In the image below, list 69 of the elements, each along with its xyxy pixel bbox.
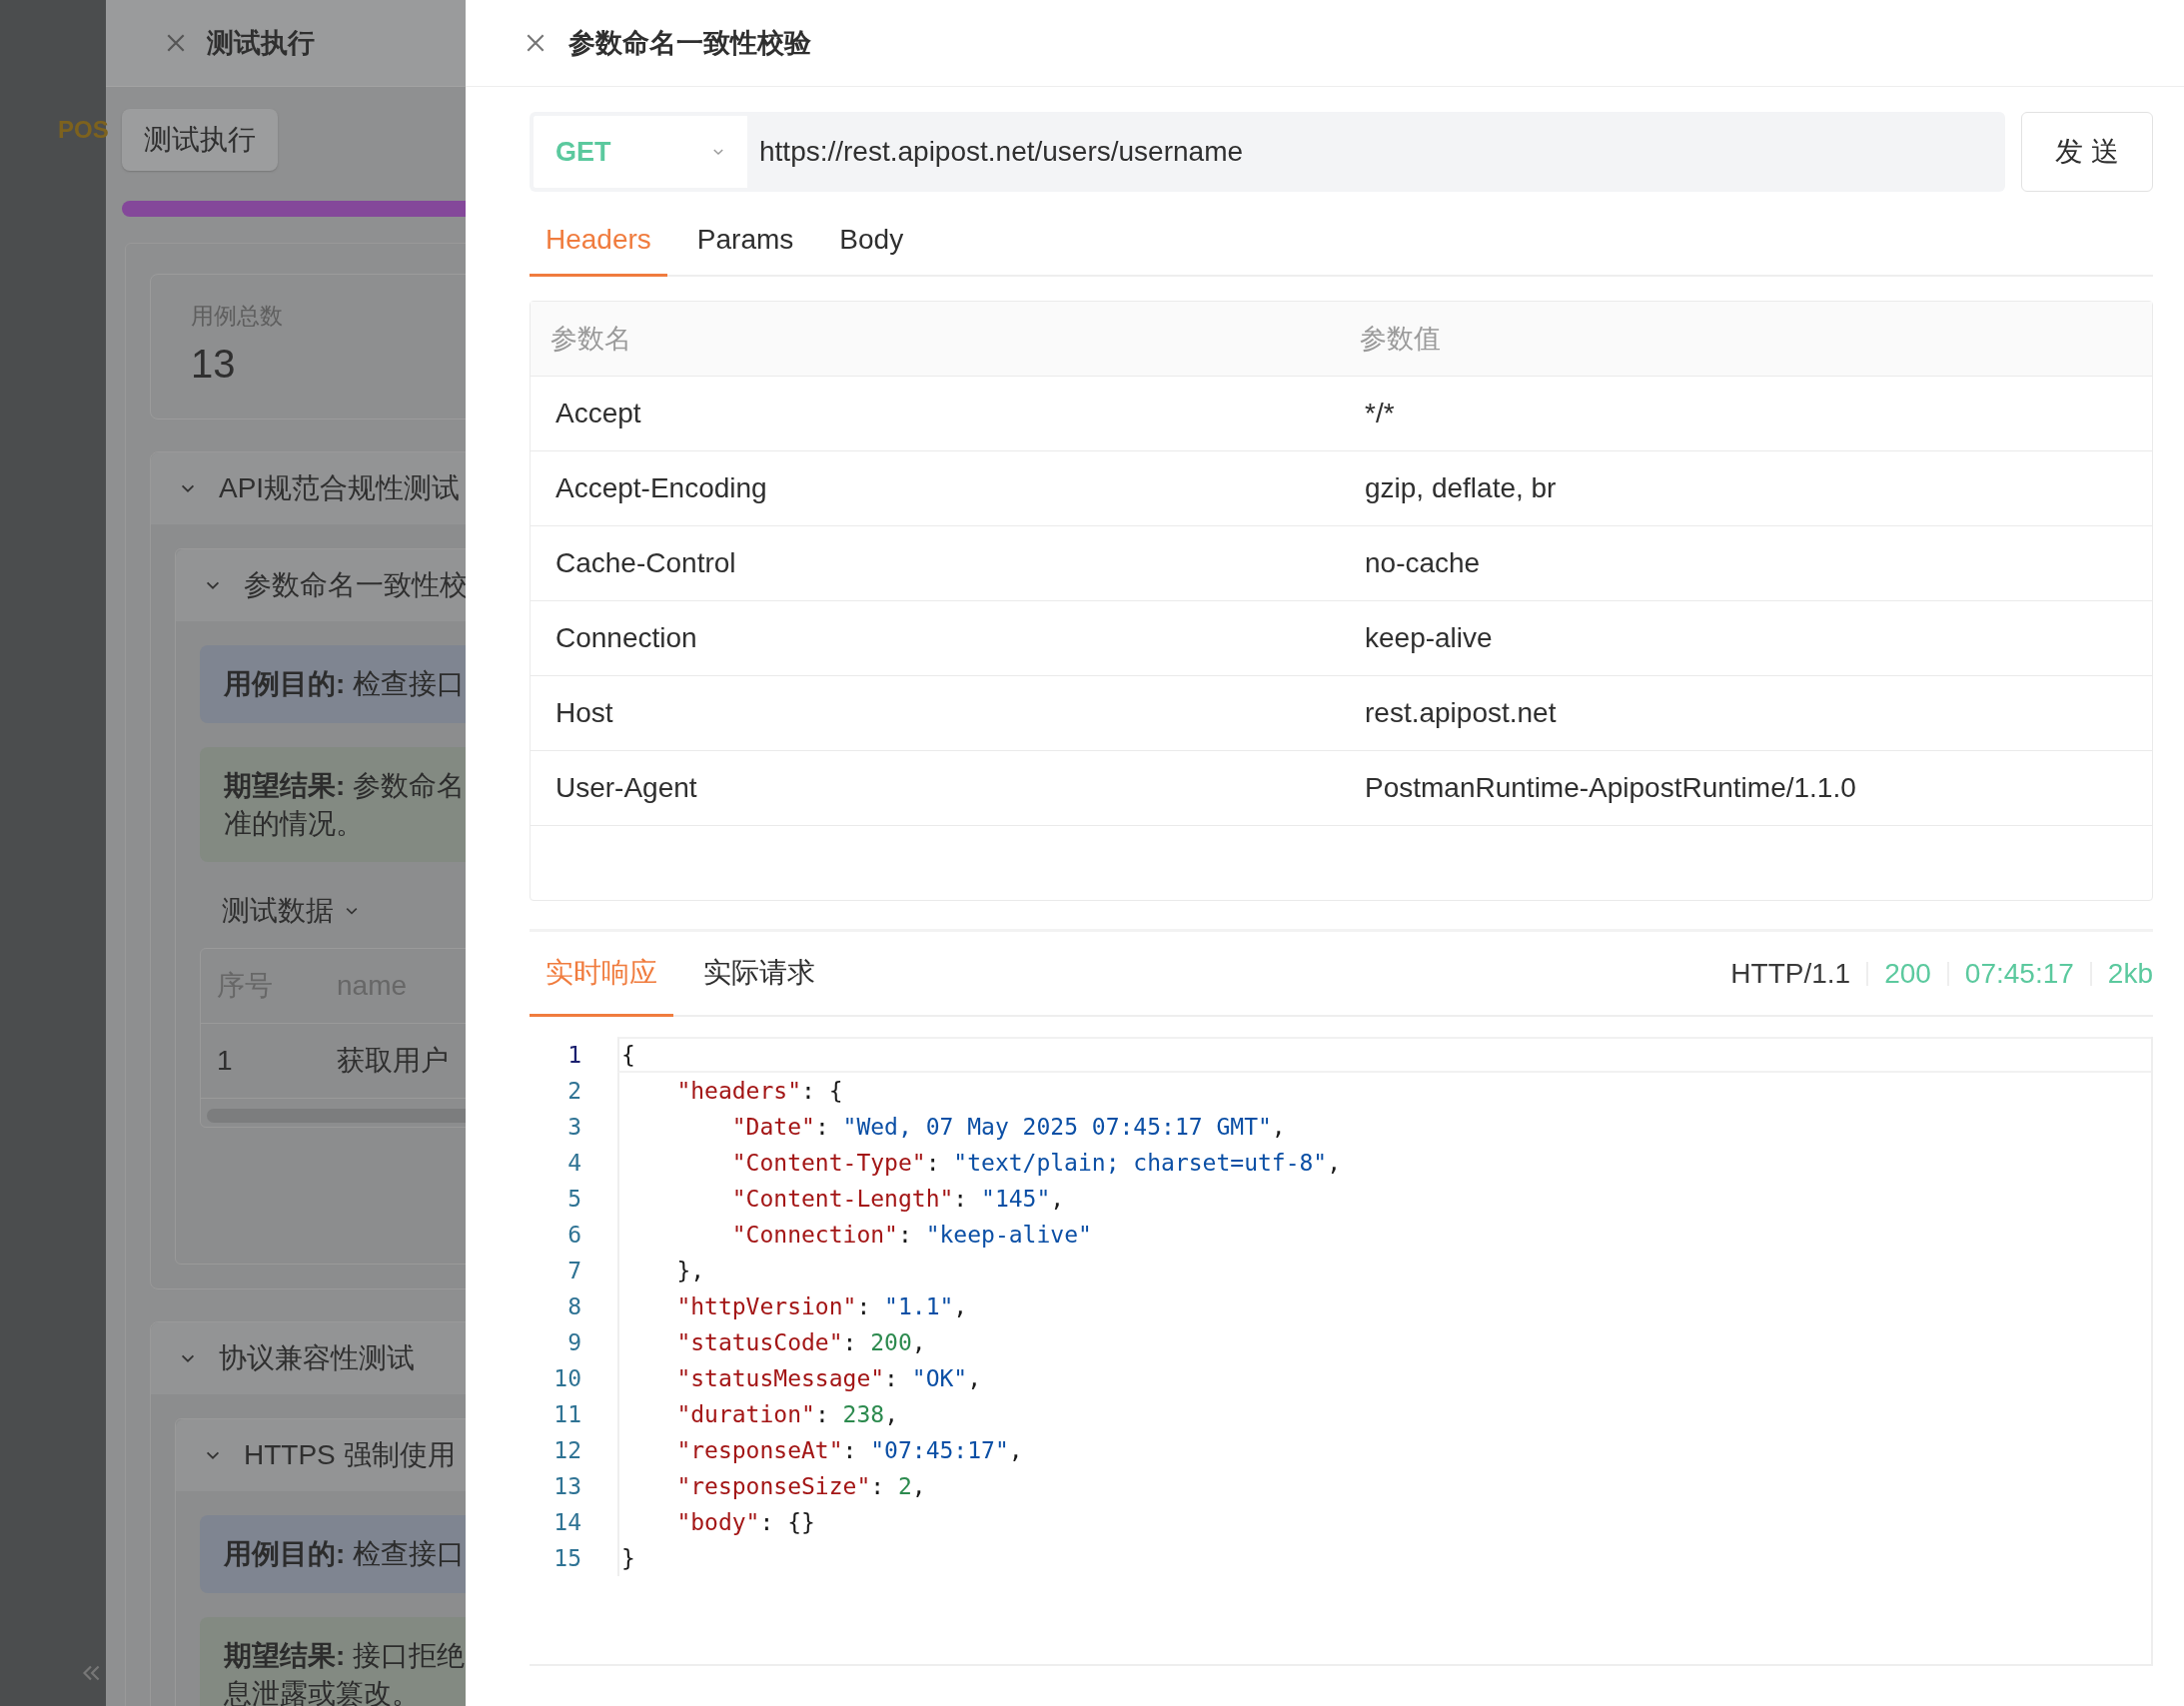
code-line: "statusCode": 200, <box>617 1324 2151 1360</box>
table-cell-text: no-cache <box>1364 547 1482 579</box>
table-cell-text: Cache-Control <box>554 547 737 579</box>
table-cell-text: Host <box>554 697 614 729</box>
code-line: "body": {} <box>617 1504 2151 1540</box>
code-line: "headers": { <box>617 1073 2151 1109</box>
panel-title: 测试执行 <box>207 27 315 60</box>
line-number: 13 <box>552 1473 581 1499</box>
drawer-title: 参数命名一致性校验 <box>568 27 811 60</box>
table-cell-text: User-Agent <box>554 772 698 804</box>
code-line: "Date": "Wed, 07 May 2025 07:45:17 GMT", <box>617 1109 2151 1145</box>
code-line: "Content-Length": "145", <box>617 1181 2151 1217</box>
expected-result-text: 期望结果: 参数命名 <box>224 768 466 803</box>
line-number: 5 <box>566 1186 581 1212</box>
case-purpose: 用例目的: 检查接口 <box>200 1515 466 1594</box>
status-text: HTTP/1.1 <box>1730 958 1851 990</box>
status-text: 2kb <box>2107 958 2153 990</box>
table-cell-text: Connection <box>554 622 698 654</box>
line-number: 8 <box>566 1293 581 1319</box>
close-icon[interactable] <box>525 32 546 54</box>
code-line: "httpVersion": "1.1", <box>617 1288 2151 1324</box>
line-number: 2 <box>566 1078 581 1104</box>
code-line: { <box>617 1037 2151 1073</box>
request-tab[interactable]: Headers <box>530 210 667 277</box>
line-number: 11 <box>552 1401 581 1427</box>
code-line: "statusMessage": "OK", <box>617 1360 2151 1396</box>
case-purpose: 用例目的: 检查接口 <box>200 645 466 723</box>
code-line: "responseAt": "07:45:17", <box>617 1432 2151 1468</box>
column-header: 参数名 <box>549 323 632 356</box>
line-number: 3 <box>566 1114 581 1140</box>
line-number: 1 <box>566 1042 581 1068</box>
line-number: 4 <box>566 1150 581 1176</box>
test-data-toggle[interactable]: 测试数据 <box>222 892 334 931</box>
status-text: 200 <box>1884 958 1931 990</box>
line-number: 10 <box>552 1365 581 1391</box>
send-button[interactable]: 发 送 <box>2021 112 2153 192</box>
expected-result-text: 准的情况。 <box>224 806 364 841</box>
expected-result-text: 期望结果: 接口拒绝 <box>224 1639 466 1674</box>
line-number: 14 <box>552 1509 581 1535</box>
request-tab[interactable]: Body <box>823 210 920 277</box>
line-number: 15 <box>552 1545 581 1571</box>
request-tab[interactable]: Params <box>680 210 810 277</box>
code-line: "responseSize": 2, <box>617 1468 2151 1504</box>
table-cell-text: */* <box>1364 398 1396 429</box>
code-line: "duration": 238, <box>617 1396 2151 1432</box>
line-number: 9 <box>566 1329 581 1355</box>
code-line: }, <box>617 1253 2151 1288</box>
response-tab[interactable]: 实际请求 <box>687 940 831 1017</box>
column-header: 参数值 <box>1359 323 1442 356</box>
run-button[interactable]: 测试执行 <box>122 109 278 171</box>
code-line: "Connection": "keep-alive" <box>617 1217 2151 1253</box>
table-cell-text: 获取用户 <box>337 1044 450 1079</box>
url-field[interactable]: https://rest.apipost.net/users/username <box>747 112 2005 192</box>
status-text: 07:45:17 <box>1964 958 2074 990</box>
line-number: 6 <box>566 1222 581 1248</box>
line-number: 7 <box>566 1258 581 1283</box>
table-cell-text: 1 <box>217 1045 234 1078</box>
table-cell-text: PostmanRuntime-ApipostRuntime/1.1.0 <box>1364 772 1857 804</box>
total-value: 13 <box>191 342 237 387</box>
table-cell-text: Accept <box>554 398 642 429</box>
table-cell-text: keep-alive <box>1364 622 1494 654</box>
code-line: } <box>617 1540 2151 1576</box>
code-line: "Content-Type": "text/plain; charset=utf-8", <box>617 1145 2151 1181</box>
response-tab[interactable]: 实时响应 <box>530 940 673 1017</box>
table-cell-text: Accept-Encoding <box>554 472 768 504</box>
table-cell-text: gzip, deflate, br <box>1364 472 1558 504</box>
table-cell-text: rest.apipost.net <box>1364 697 1558 729</box>
line-number: 12 <box>552 1437 581 1463</box>
close-icon[interactable] <box>165 32 187 54</box>
